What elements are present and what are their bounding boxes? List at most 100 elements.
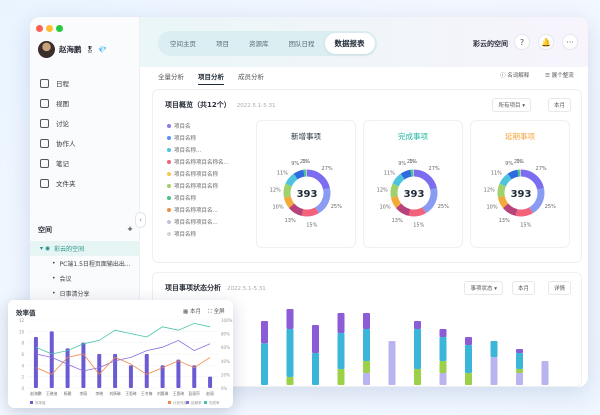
status-bar-segment[interactable]	[414, 369, 421, 385]
sidebar-item[interactable]: 日程	[30, 73, 140, 93]
status-bar-segment[interactable]	[286, 309, 294, 329]
status-bar-segment[interactable]	[363, 361, 370, 373]
status-bar-segment[interactable]	[414, 329, 421, 369]
tab-item[interactable]: 团队日程	[279, 33, 325, 54]
legend-label: 项目名称	[174, 196, 197, 202]
donut-slice[interactable]	[497, 183, 506, 198]
status-bar-segment[interactable]	[261, 343, 268, 385]
user-profile[interactable]: 赵海鹏 🎖 💎	[38, 41, 107, 58]
donut-slice[interactable]	[390, 183, 399, 198]
efficiency-bar[interactable]	[208, 376, 213, 388]
donut-slice[interactable]	[285, 173, 298, 187]
space-item[interactable]: ▾ ◉ 彩云的空间	[30, 241, 140, 256]
subtab-item[interactable]: 全量分析	[158, 71, 184, 85]
close-window-button[interactable]	[36, 25, 43, 32]
donut-slice[interactable]	[499, 173, 512, 187]
tab-item[interactable]: 数据报表	[324, 33, 375, 54]
efficiency-bar[interactable]	[176, 359, 181, 388]
efficiency-bar[interactable]	[97, 354, 102, 388]
avatar[interactable]	[38, 41, 55, 58]
donut-slice[interactable]	[392, 173, 405, 187]
donut-slice[interactable]	[306, 169, 330, 190]
filter-link[interactable]: ☰ 展个整流	[545, 71, 574, 79]
overview-month-button[interactable]: 本月	[547, 98, 571, 112]
donut-slice[interactable]	[408, 207, 426, 217]
efficiency-bar[interactable]	[81, 342, 86, 388]
status-bar-segment[interactable]	[312, 325, 319, 353]
status-bar-segment[interactable]	[516, 373, 523, 385]
donut-slice[interactable]	[502, 203, 518, 216]
status-bar-segment[interactable]	[516, 353, 523, 369]
sidebar-item[interactable]: 讨论	[30, 113, 140, 133]
donut-slice[interactable]	[507, 169, 519, 180]
status-bar-segment[interactable]	[490, 357, 498, 385]
status-bar-segment[interactable]	[286, 329, 294, 377]
donut-slice[interactable]	[400, 169, 412, 180]
status-bar-segment[interactable]	[337, 333, 345, 369]
tab-item[interactable]: 项目	[206, 33, 239, 54]
maximize-window-button[interactable]	[56, 25, 63, 32]
space-item[interactable]: • PC端1.5日程页面输出出...	[30, 256, 140, 271]
status-bar-segment[interactable]	[286, 377, 294, 385]
minimize-window-button[interactable]	[46, 25, 53, 32]
efficiency-bar[interactable]	[160, 365, 165, 388]
donut-slice[interactable]	[395, 203, 411, 216]
sidebar-item[interactable]: 笔记	[30, 153, 140, 173]
help-icon[interactable]: ?	[514, 34, 530, 50]
sidebar-item[interactable]: 视图	[30, 93, 140, 113]
status-bar-segment[interactable]	[414, 321, 421, 329]
status-bar-segment[interactable]	[439, 337, 447, 361]
space-item[interactable]: • 会议	[30, 271, 140, 286]
donut-slice[interactable]	[413, 169, 437, 190]
status-bar-segment[interactable]	[337, 313, 345, 333]
donut-slice[interactable]	[293, 169, 305, 180]
status-bar-segment[interactable]	[439, 361, 447, 373]
status-bar-segment[interactable]	[439, 329, 447, 337]
status-bar-segment[interactable]	[516, 369, 523, 373]
status-bar-segment[interactable]	[465, 337, 472, 345]
space-item[interactable]: • 日事清分享	[30, 286, 140, 301]
donut-slice[interactable]	[283, 195, 295, 208]
subtab-item[interactable]: 项目分析	[198, 71, 224, 85]
subtab-item[interactable]: 成员分析	[238, 71, 264, 85]
status-bar-segment[interactable]	[363, 313, 370, 329]
donut-slice[interactable]	[301, 207, 319, 217]
efficiency-bar[interactable]	[33, 337, 38, 388]
donut-slice[interactable]	[497, 195, 509, 208]
sidebar-item[interactable]: 协作人	[30, 133, 140, 153]
efficiency-bar[interactable]	[49, 331, 54, 388]
collapse-sidebar-button[interactable]: ‹	[135, 212, 146, 228]
status-bar-segment[interactable]	[363, 373, 370, 385]
donut-slice[interactable]	[315, 188, 331, 214]
status-bar-segment[interactable]	[541, 361, 549, 385]
donut-slice[interactable]	[390, 195, 402, 208]
status-bar-segment[interactable]	[439, 373, 447, 385]
glossary-link[interactable]: ⓘ 名词解释	[500, 71, 529, 79]
donut-slice[interactable]	[515, 207, 533, 217]
donut-slice[interactable]	[529, 188, 545, 214]
status-bar-segment[interactable]	[388, 341, 396, 385]
status-bar-segment[interactable]	[363, 329, 370, 361]
all-projects-dropdown[interactable]: 所有项目 ▾	[492, 98, 531, 112]
efficiency-bar[interactable]	[65, 348, 70, 388]
donut-slice[interactable]	[520, 169, 544, 190]
status-bar-segment[interactable]	[490, 341, 498, 357]
donut-slice[interactable]	[288, 203, 304, 216]
status-bar-segment[interactable]	[465, 345, 472, 373]
sidebar-item[interactable]: 文件夹	[30, 173, 140, 193]
tab-item[interactable]: 资源库	[239, 33, 279, 54]
status-bar-segment[interactable]	[465, 373, 472, 385]
efficiency-bar[interactable]	[128, 365, 133, 388]
donut-slice[interactable]	[422, 188, 438, 214]
bell-icon[interactable]: 🔔	[538, 34, 554, 50]
more-icon[interactable]: ···	[562, 34, 578, 50]
status-bar-segment[interactable]	[261, 321, 268, 344]
status-bar-segment[interactable]	[312, 353, 319, 385]
efficiency-bar[interactable]	[192, 365, 197, 388]
efficiency-bar[interactable]	[144, 354, 149, 388]
donut-slice[interactable]	[283, 183, 292, 198]
add-space-button[interactable]: +	[127, 225, 133, 235]
status-bar-segment[interactable]	[337, 369, 345, 385]
status-bar-segment[interactable]	[516, 349, 523, 353]
tab-item[interactable]: 空间主页	[160, 33, 206, 54]
